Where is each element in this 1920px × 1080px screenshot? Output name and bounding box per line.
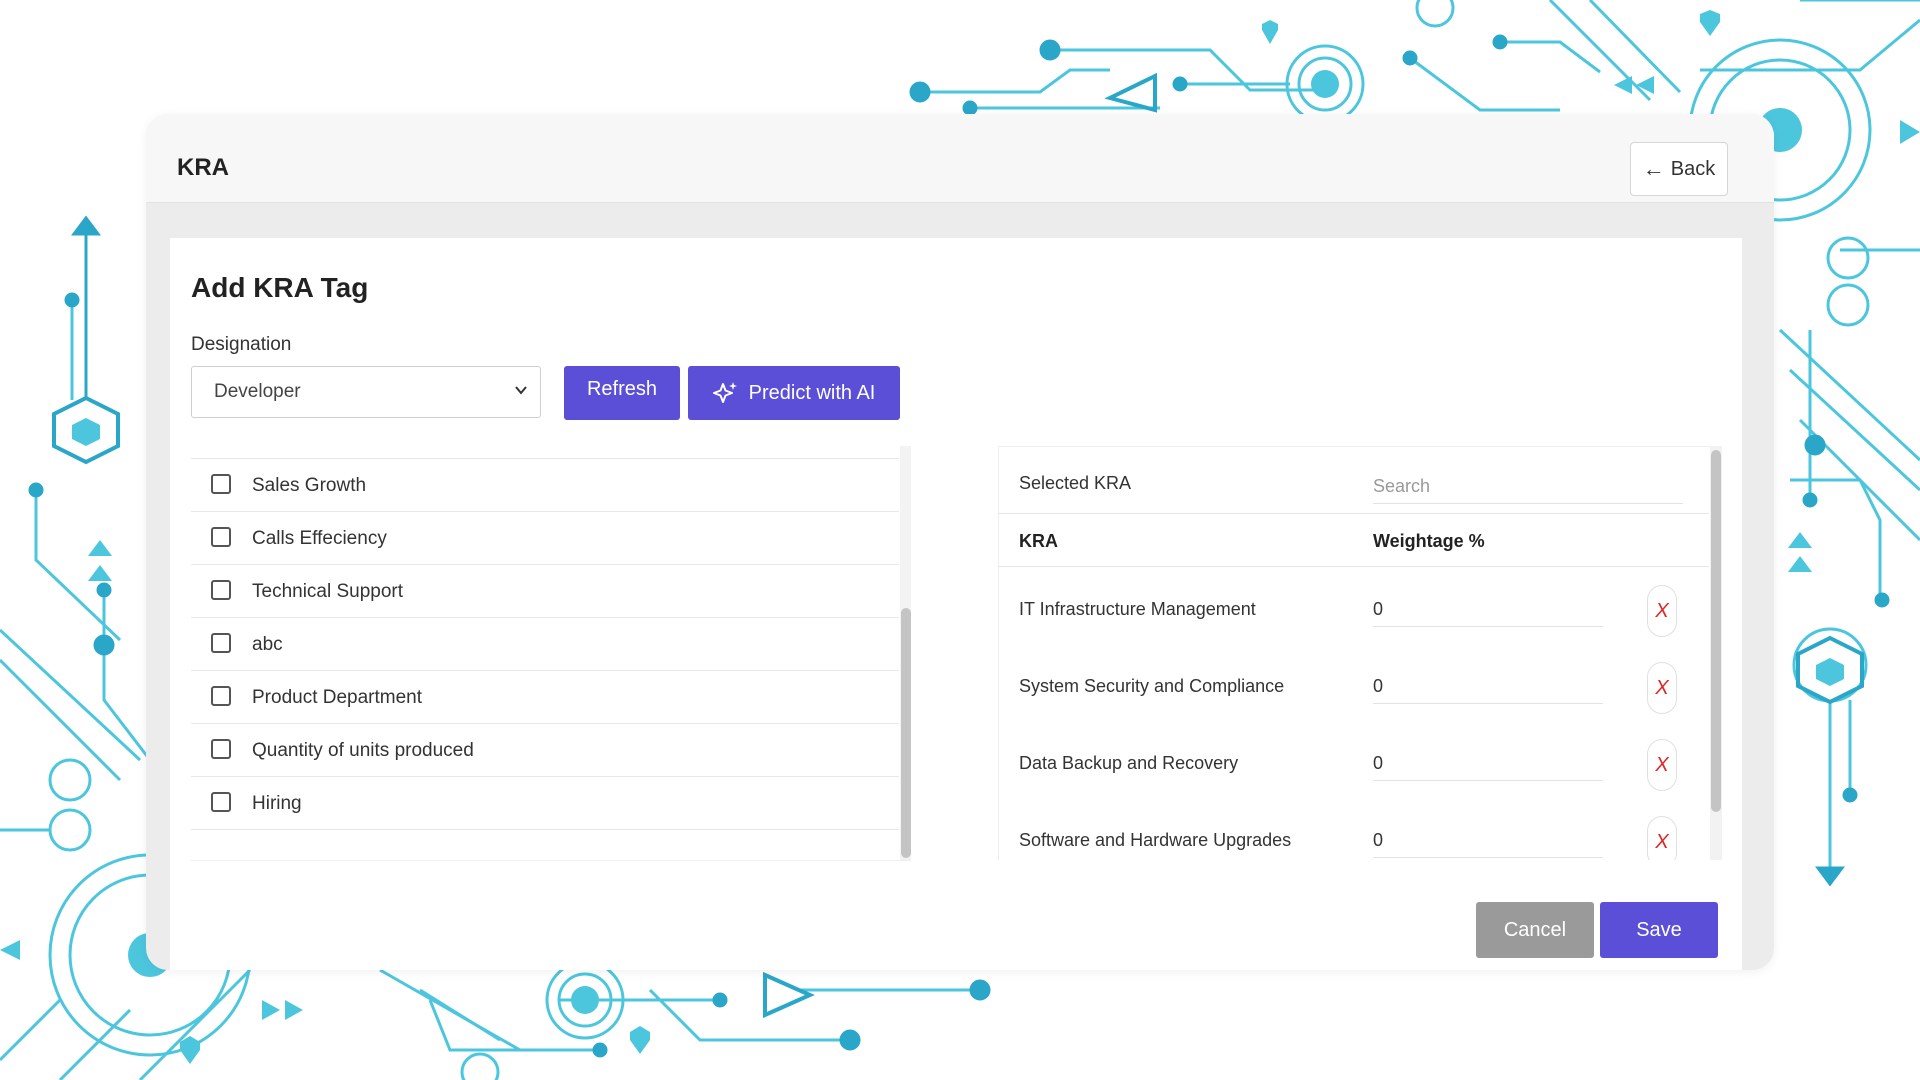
list-item[interactable]: Technical Support [191,565,899,618]
kra-name: Data Backup and Recovery [1019,753,1239,773]
kra-name: IT Infrastructure Management [1019,599,1256,619]
list-item-label: Product Department [252,687,423,708]
list-item[interactable]: Calls Effeciency [191,512,899,565]
list-item[interactable]: Hiring [191,777,899,830]
save-button[interactable]: Save [1600,902,1718,958]
table-header: KRA Weightage % [999,513,1709,567]
remove-kra-button[interactable]: X [1647,662,1677,714]
remove-kra-button[interactable]: X [1647,739,1677,791]
list-item[interactable]: Product Department [191,671,899,724]
checkbox[interactable] [211,739,231,759]
checkbox[interactable] [211,474,231,494]
designation-value: Developer [214,381,301,402]
list-item-label: Technical Support [252,581,404,602]
chevron-down-icon [515,386,527,395]
search-input[interactable] [1373,469,1683,504]
list-item-label: Hiring [252,793,302,814]
selected-kra-panel: Selected KRA KRA Weightage % IT Infrastr… [998,446,1722,860]
weightage-input[interactable]: 0 [1373,668,1603,704]
table-row: IT Infrastructure Management 0 X [999,567,1709,645]
list-item-label: abc [252,634,283,655]
remove-kra-button[interactable]: X [1647,585,1677,637]
back-button-label: Back [1670,157,1716,180]
column-header-kra: KRA [1019,531,1058,551]
kra-name: Software and Hardware Upgrades [1019,830,1292,850]
available-kra-list: Sales Growth Calls Effeciency Technical … [191,446,911,861]
predict-with-ai-button[interactable]: Predict with AI [688,366,900,420]
designation-label: Designation [191,334,292,355]
kra-window: KRA ← Back Add KRA Tag Designation Devel… [146,114,1774,970]
back-button[interactable]: ← Back [1630,142,1728,196]
weightage-input[interactable]: 0 [1373,591,1603,627]
cancel-button[interactable]: Cancel [1476,902,1594,958]
list-item-label: Sales Growth [252,475,367,496]
checkbox[interactable] [211,527,231,547]
remove-kra-button[interactable]: X [1647,816,1677,860]
card-title: Add KRA Tag [191,272,369,303]
checkbox[interactable] [211,633,231,653]
list-item-label: Quantity of units produced [252,740,474,761]
checkbox[interactable] [211,580,231,600]
column-header-weightage: Weightage % [1373,531,1485,551]
list-item-partial [191,446,899,459]
list-scrollbar-thumb[interactable] [901,608,911,858]
kra-name: System Security and Compliance [1019,676,1285,696]
list-item[interactable]: Quantity of units produced [191,724,899,777]
selected-kra-heading: Selected KRA [1019,473,1132,493]
sparkle-icon [712,382,737,403]
checkbox[interactable] [211,686,231,706]
designation-select[interactable]: Developer [191,366,541,418]
list-item-label: Calls Effeciency [252,528,387,549]
add-kra-card: Add KRA Tag Designation Developer Refres… [170,238,1742,970]
top-bar: KRA ← Back [146,114,1774,203]
arrow-left-icon: ← [1642,156,1665,181]
selected-scrollbar-thumb[interactable] [1711,450,1721,812]
list-item[interactable]: Sales Growth [191,459,899,512]
predict-button-label: Predict with AI [748,381,876,404]
table-row: System Security and Compliance 0 X [999,644,1709,722]
weightage-input[interactable]: 0 [1373,822,1603,858]
list-item[interactable]: abc [191,618,899,671]
weightage-input[interactable]: 0 [1373,745,1603,781]
refresh-button[interactable]: Refresh [564,366,680,420]
table-row: Software and Hardware Upgrades 0 X [999,798,1709,860]
page-title: KRA [177,154,229,181]
table-row: Data Backup and Recovery 0 X [999,721,1709,799]
checkbox[interactable] [211,792,231,812]
